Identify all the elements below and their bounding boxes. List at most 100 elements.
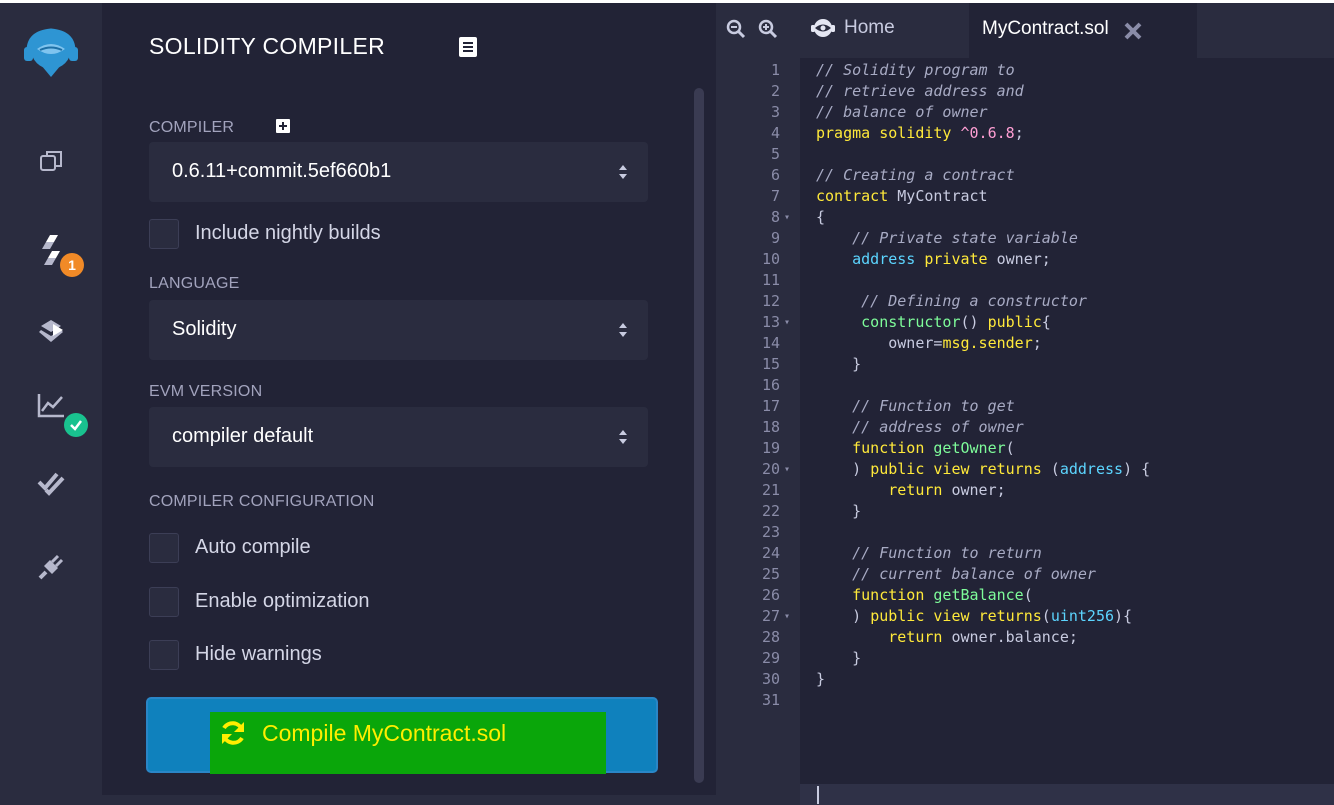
close-tab-icon[interactable] [1123, 22, 1143, 40]
code-line[interactable]: 15 } [716, 355, 1334, 376]
remix-logo-icon[interactable] [20, 18, 82, 80]
documentation-icon[interactable] [459, 37, 477, 57]
code-line[interactable]: 20 ▾ ) public view returns (address) { [716, 460, 1334, 481]
line-number: 19 [761, 439, 780, 457]
code-line[interactable]: 11 [716, 271, 1334, 292]
code-line[interactable]: 27 ▾ ) public view returns(uint256){ [716, 607, 1334, 628]
code-line[interactable]: 10 address private owner; [716, 250, 1334, 271]
tab-mycontract[interactable]: MyContract.sol [969, 3, 1197, 58]
panel-title: SOLIDITY COMPILER [149, 33, 386, 59]
compile-button[interactable]: Compile MyContract.sol [146, 697, 658, 774]
compiler-select[interactable]: 0.6.11+commit.5ef660b1 [149, 142, 648, 202]
panel-footer [102, 795, 716, 805]
line-number: 20 [761, 460, 780, 478]
code-line[interactable]: 13 ▾ constructor() public{ [716, 313, 1334, 334]
line-number: 12 [761, 292, 780, 310]
code-text: } [816, 670, 826, 688]
analysis-success-badge [64, 413, 88, 437]
zoom-in-icon[interactable] [758, 19, 778, 39]
code-line[interactable]: 26 function getBalance( [716, 586, 1334, 607]
code-line[interactable]: 19 function getOwner( [716, 439, 1334, 460]
code-text: ) public view returns (address) { [816, 460, 1151, 478]
evm-version-label: EVM VERSION [149, 383, 263, 400]
file-explorer-icon[interactable] [26, 136, 76, 186]
tab-home[interactable]: Home [810, 17, 895, 39]
line-number: 30 [761, 670, 780, 688]
code-line[interactable]: 16 [716, 376, 1334, 397]
code-line[interactable]: 17 // Function to get [716, 397, 1334, 418]
line-number: 14 [761, 334, 780, 352]
code-line[interactable]: 31 [716, 691, 1334, 712]
editor-tab-bar: Home MyContract.sol [716, 3, 1334, 58]
zoom-out-icon[interactable] [726, 19, 746, 39]
line-number: 21 [761, 481, 780, 499]
code-text: // balance of owner [816, 103, 988, 121]
code-line[interactable]: 21 return owner; [716, 481, 1334, 502]
code-text: // Function to get [852, 397, 1015, 415]
current-line-highlight [800, 784, 1334, 805]
code-line[interactable]: 24 // Function to return [716, 544, 1334, 565]
code-line[interactable]: 25 // current balance of owner [716, 565, 1334, 586]
code-line[interactable]: 29 } [716, 649, 1334, 670]
code-line[interactable]: 5 [716, 145, 1334, 166]
code-line[interactable]: 6 // Creating a contract [716, 166, 1334, 187]
evm-version-select[interactable]: compiler default [149, 407, 648, 467]
plugin-manager-icon[interactable] [26, 542, 76, 592]
code-line[interactable]: 2 // retrieve address and [716, 82, 1334, 103]
line-number: 31 [761, 691, 780, 709]
select-caret-icon [619, 165, 627, 179]
line-number: 26 [761, 586, 780, 604]
fold-arrow-icon[interactable]: ▾ [784, 464, 790, 475]
compiler-badge: 1 [60, 253, 84, 277]
code-line[interactable]: 9 // Private state variable [716, 229, 1334, 250]
fold-arrow-icon[interactable]: ▾ [784, 611, 790, 622]
code-line[interactable]: 7 contract MyContract [716, 187, 1334, 208]
line-number: 1 [770, 61, 780, 79]
line-number: 17 [761, 397, 780, 415]
line-number: 8 [770, 208, 780, 226]
compile-button-label: Compile MyContract.sol [262, 719, 507, 746]
testing-icon[interactable] [26, 458, 76, 508]
code-line[interactable]: 12 // Defining a constructor [716, 292, 1334, 313]
code-text: owner=msg.sender; [816, 334, 1042, 352]
line-number: 24 [761, 544, 780, 562]
language-label: LANGUAGE [149, 275, 240, 292]
add-compiler-icon[interactable] [276, 119, 290, 133]
line-number: 5 [770, 145, 780, 163]
compiler-label: COMPILER [149, 119, 235, 136]
code-text: constructor() public{ [861, 313, 1051, 331]
nightly-builds-checkbox[interactable] [149, 219, 179, 249]
evm-version-select-value: compiler default [172, 425, 314, 447]
line-number: 10 [761, 250, 780, 268]
line-number: 7 [770, 187, 780, 205]
code-text: // Solidity program to [816, 61, 1015, 79]
language-select[interactable]: Solidity [149, 300, 648, 360]
hide-warnings-checkbox[interactable] [149, 640, 179, 670]
line-number: 23 [761, 523, 780, 541]
code-text: return owner; [888, 481, 1006, 499]
line-number: 6 [770, 166, 780, 184]
code-line[interactable]: 8 ▾ { [716, 208, 1334, 229]
auto-compile-checkbox[interactable] [149, 533, 179, 563]
compiler-panel: SOLIDITY COMPILER COMPILER 0.6.11+commit… [102, 3, 716, 805]
code-line[interactable]: 14 owner=msg.sender; [716, 334, 1334, 355]
fold-arrow-icon[interactable]: ▾ [784, 212, 790, 223]
code-line[interactable]: 3 // balance of owner [716, 103, 1334, 124]
line-number: 27 [761, 607, 780, 625]
line-number: 4 [770, 124, 780, 142]
code-line[interactable]: 28 return owner.balance; [716, 628, 1334, 649]
code-line[interactable]: 30} [716, 670, 1334, 691]
panel-scrollbar[interactable] [694, 88, 704, 783]
code-text: function getBalance( [852, 586, 1033, 604]
enable-optimization-checkbox[interactable] [149, 587, 179, 617]
tab-mycontract-label: MyContract.sol [982, 18, 1109, 39]
sync-icon [222, 721, 244, 745]
code-line[interactable]: 22 } [716, 502, 1334, 523]
code-line[interactable]: 1 // Solidity program to [716, 61, 1334, 82]
code-line[interactable]: 18 // address of owner [716, 418, 1334, 439]
code-line[interactable]: 4 pragma solidity ^0.6.8; [716, 124, 1334, 145]
deploy-run-icon[interactable] [26, 306, 76, 356]
fold-arrow-icon[interactable]: ▾ [784, 317, 790, 328]
code-line[interactable]: 23 [716, 523, 1334, 544]
text-cursor [817, 786, 819, 804]
